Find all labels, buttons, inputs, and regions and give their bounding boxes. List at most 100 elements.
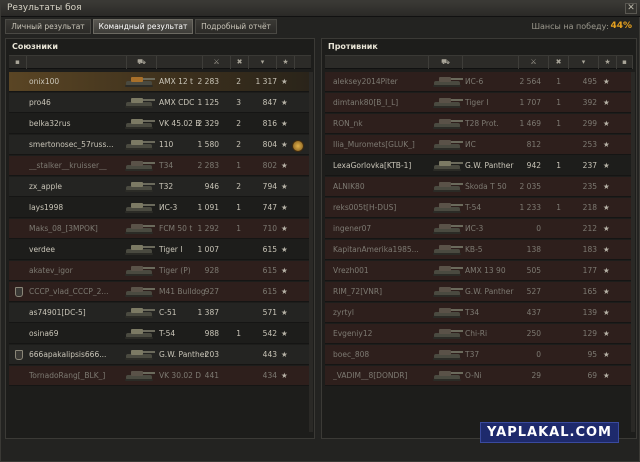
enemy-row[interactable]: ingener07 ИС-3 0 212 ★: [325, 219, 633, 239]
enemy-player-name: _VADIM__8[DONDR]: [333, 371, 408, 380]
ally-row[interactable]: belka32rus VK 45.02 B2 329 2 816 ★: [9, 114, 311, 134]
star-icon: ★: [281, 161, 288, 170]
enemy-kills: 1: [556, 203, 561, 212]
enemy-tank-column-header[interactable]: [463, 56, 519, 69]
star-icon: ★: [603, 329, 610, 338]
allies-panel: Союзники ▪ ⛟ ⚔ ✖ ▾ ★ onix100 AMX 12 t2 28…: [5, 38, 315, 439]
enemy-row[interactable]: LexaGorlovka[KTB-1] G.W. Panther 942 1 237 ★: [325, 156, 633, 176]
enemy-row[interactable]: Ilia_Muromets[GLUK_] ИС 812 253 ★: [325, 135, 633, 155]
enemy-xp: 139: [582, 308, 597, 317]
tank-icon: [431, 368, 465, 383]
tank-icon: [123, 179, 157, 194]
enemy-player-name: KapitanAmerika1985...: [333, 245, 419, 254]
battle-results-window: Результаты боя ✕ Личный результат Команд…: [0, 0, 640, 462]
enemy-row[interactable]: RIM_72[VNR] G.W. Panther 527 165 ★: [325, 282, 633, 302]
star-icon: ★: [281, 119, 288, 128]
ally-row[interactable]: onix100 AMX 12 t2 283 2 1 317 ★: [9, 72, 311, 92]
damage-column-header[interactable]: ⚔: [203, 56, 231, 69]
win-chance-label: Шансы на победу:: [531, 22, 609, 31]
player-column-header[interactable]: [27, 56, 127, 69]
ally-damage: 2 329: [197, 119, 219, 128]
star-icon: ★: [281, 77, 288, 86]
ally-damage: 946: [204, 182, 219, 191]
platoon-column-header[interactable]: ▪: [9, 56, 27, 69]
tank-icon: [123, 221, 157, 236]
enemy-row[interactable]: RON_nk T28 Prot. 1 469 1 299 ★: [325, 114, 633, 134]
enemy-row[interactable]: reks005t[H-DUS] T-54 1 233 1 218 ★: [325, 198, 633, 218]
ally-row[interactable]: akatev_igor Tiger (P) 928 615 ★: [9, 261, 311, 281]
tank-icon: [123, 95, 157, 110]
star-icon: ★: [281, 371, 288, 380]
enemy-row[interactable]: _VADIM__8[DONDR] O-Ni 29 69 ★: [325, 366, 633, 386]
ally-damage: 988: [204, 329, 219, 338]
star-icon: ★: [281, 224, 288, 233]
enemy-player-name: boec_808: [333, 350, 370, 359]
ally-xp: 747: [262, 203, 277, 212]
ally-row[interactable]: as74901[DC-5] C-51 1 387 571 ★: [9, 303, 311, 323]
enemy-row[interactable]: boec_808 T37 0 95 ★: [325, 345, 633, 365]
enemy-player-name: LexaGorlovka[KTB-1]: [333, 161, 412, 170]
star-icon: ★: [603, 266, 610, 275]
enemies-scrollbar[interactable]: [631, 72, 635, 432]
enemy-row[interactable]: Evgeniy12 Chi-Ri 250 129 ★: [325, 324, 633, 344]
xp-column-header[interactable]: ▾: [249, 56, 277, 69]
ally-row[interactable]: zx_apple T32 946 2 794 ★: [9, 177, 311, 197]
enemy-row[interactable]: zyrtyl T34 437 139 ★: [325, 303, 633, 323]
tank-icon: [123, 368, 157, 383]
tank-icon: [123, 284, 157, 299]
enemy-row[interactable]: dimtank80[B_I_L] Tiger I1 707 1 392 ★: [325, 93, 633, 113]
star-icon: ★: [281, 350, 288, 359]
enemy-row[interactable]: Vrezh001 AMX 13 90 505 177 ★: [325, 261, 633, 281]
star-icon: ★: [603, 308, 610, 317]
star-icon: ★: [603, 119, 610, 128]
ally-row[interactable]: TornadoRang[_BLK_] VK 30.02 D 441 434 ★: [9, 366, 311, 386]
enemy-player-name: RIM_72[VNR]: [333, 287, 382, 296]
tank-column-header[interactable]: [157, 56, 203, 69]
tank-type-column-header[interactable]: ⛟: [127, 56, 157, 69]
star-icon: ★: [281, 182, 288, 191]
tab-team[interactable]: Командный результат: [93, 19, 193, 34]
enemy-kills: 1: [556, 119, 561, 128]
ally-row[interactable]: lays1998 ИС-3 1 091 1 747 ★: [9, 198, 311, 218]
enemy-kills: 1: [556, 77, 561, 86]
enemy-player-name: aleksey2014Piter: [333, 77, 398, 86]
ally-row[interactable]: verdee Tiger I1 007 615 ★: [9, 240, 311, 260]
enemy-row[interactable]: ALNIK80 Škoda T 50 2 035 235 ★: [325, 177, 633, 197]
enemy-damage-column-header[interactable]: ⚔: [519, 56, 549, 69]
enemy-damage: 505: [526, 266, 541, 275]
ally-row[interactable]: pro46 AMX CDC 1 125 3 847 ★: [9, 93, 311, 113]
win-chance-value: 44%: [610, 21, 632, 31]
ally-damage: 2 283: [197, 161, 219, 170]
window-title: Результаты боя: [7, 3, 82, 13]
tank-icon: [431, 347, 465, 362]
enemy-row[interactable]: aleksey2014Piter ИС-6 2 564 1 495 ★: [325, 72, 633, 92]
enemy-star-column-header[interactable]: ★: [599, 56, 617, 69]
enemy-row[interactable]: KapitanAmerika1985... KB-5 138 183 ★: [325, 240, 633, 260]
enemy-xp: 392: [582, 98, 597, 107]
tank-icon: [431, 305, 465, 320]
title-bar[interactable]: Результаты боя ✕: [1, 1, 640, 17]
close-icon[interactable]: ✕: [625, 3, 637, 14]
ally-row[interactable]: smertonosec_57russ... 110 1 580 2 804 ★: [9, 135, 311, 155]
enemy-xp-column-header[interactable]: ▾: [569, 56, 599, 69]
ally-row[interactable]: Maks_08_[3MPOK] FCM 50 t1 292 1 710 ★: [9, 219, 311, 239]
tank-icon: [431, 116, 465, 131]
enemy-player-column-header[interactable]: [325, 56, 429, 69]
enemy-platoon-column-header[interactable]: ▪: [617, 56, 633, 69]
kills-column-header[interactable]: ✖: [231, 56, 249, 69]
enemy-xp: 495: [582, 77, 597, 86]
tank-icon: [431, 158, 465, 173]
star-column-header[interactable]: ★: [277, 56, 295, 69]
enemy-tank-type-column-header[interactable]: ⛟: [429, 56, 463, 69]
tab-personal[interactable]: Личный результат: [5, 19, 91, 34]
enemy-kills-column-header[interactable]: ✖: [549, 56, 569, 69]
ally-damage: 1 387: [197, 308, 219, 317]
enemy-damage: 0: [536, 224, 541, 233]
ally-row[interactable]: osina69 T-54 988 1 542 ★: [9, 324, 311, 344]
tab-detailed[interactable]: Подробный отчёт: [195, 19, 277, 34]
ally-row[interactable]: __stalker__kruisser__ T34 2 283 1 802 ★: [9, 156, 311, 176]
ally-row[interactable]: CCCP_vlad_CCCP_2... M41 Bulldog 927 615 ★: [9, 282, 311, 302]
ally-damage: 1 091: [197, 203, 219, 212]
allies-scrollbar[interactable]: [309, 72, 313, 432]
ally-row[interactable]: 666apakalipsis666... G.W. Panther 203 443 ★: [9, 345, 311, 365]
